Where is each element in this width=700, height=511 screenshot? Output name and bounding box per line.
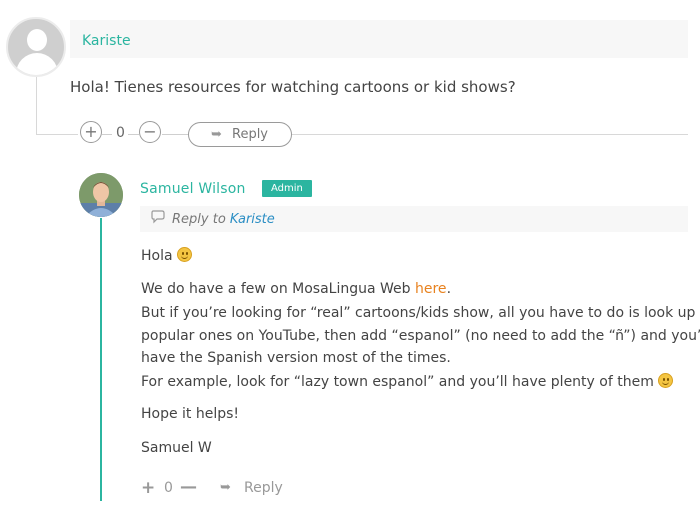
comment-author-link[interactable]: Samuel Wilson — [140, 181, 246, 197]
admin-badge: Admin — [262, 180, 312, 197]
speech-bubble-icon — [151, 210, 167, 227]
reply-button[interactable]: ➥ Reply — [188, 122, 292, 147]
reply-to-link[interactable]: Kariste — [230, 212, 275, 227]
comment-signature: Samuel W — [141, 440, 212, 456]
here-link[interactable]: here — [415, 281, 447, 297]
divider — [102, 134, 112, 135]
downvote-button[interactable]: — — [180, 477, 197, 497]
smiley-icon — [177, 247, 193, 262]
downvote-button[interactable]: − — [139, 121, 161, 143]
comment-text: popular ones on YouTube, then add “espan… — [141, 328, 700, 344]
reply-button[interactable]: Reply — [244, 480, 283, 496]
thread-line — [36, 77, 37, 135]
comment-text: Hola — [141, 247, 193, 264]
comment-text: Hola! Tienes resources for watching cart… — [70, 78, 516, 96]
upvote-button[interactable]: + — [80, 121, 102, 143]
comment-text: Hope it helps! — [141, 406, 240, 422]
avatar — [6, 17, 66, 77]
divider — [128, 134, 139, 135]
thread-line — [292, 134, 688, 135]
comment-header — [70, 20, 688, 58]
divider — [162, 134, 188, 135]
minus-icon: − — [143, 122, 157, 141]
reply-arrow-icon: ➥ — [220, 480, 231, 495]
comment-text: have the Spanish version most of the tim… — [141, 350, 451, 366]
thread-line — [36, 134, 78, 135]
avatar — [79, 173, 123, 217]
thread-line — [100, 218, 102, 501]
comment-text: For example, look for “lazy town espanol… — [141, 373, 674, 390]
comment-text: We do have a few on MosaLingua Web here. — [141, 281, 452, 297]
vote-count: 0 — [116, 125, 125, 141]
plus-icon: + — [84, 122, 98, 141]
reply-label: Reply — [232, 127, 269, 142]
user-silhouette-icon — [27, 29, 47, 51]
reply-arrow-icon: ➥ — [211, 127, 222, 142]
upvote-button[interactable]: + — [141, 478, 155, 498]
smiley-icon — [658, 373, 674, 388]
user-photo-icon — [79, 173, 123, 217]
vote-count: 0 — [164, 480, 173, 496]
reply-to-text: Reply to Kariste — [172, 212, 275, 227]
comment-text: But if you’re looking for “real” cartoon… — [141, 305, 696, 321]
comment-author-link[interactable]: Kariste — [82, 33, 131, 49]
